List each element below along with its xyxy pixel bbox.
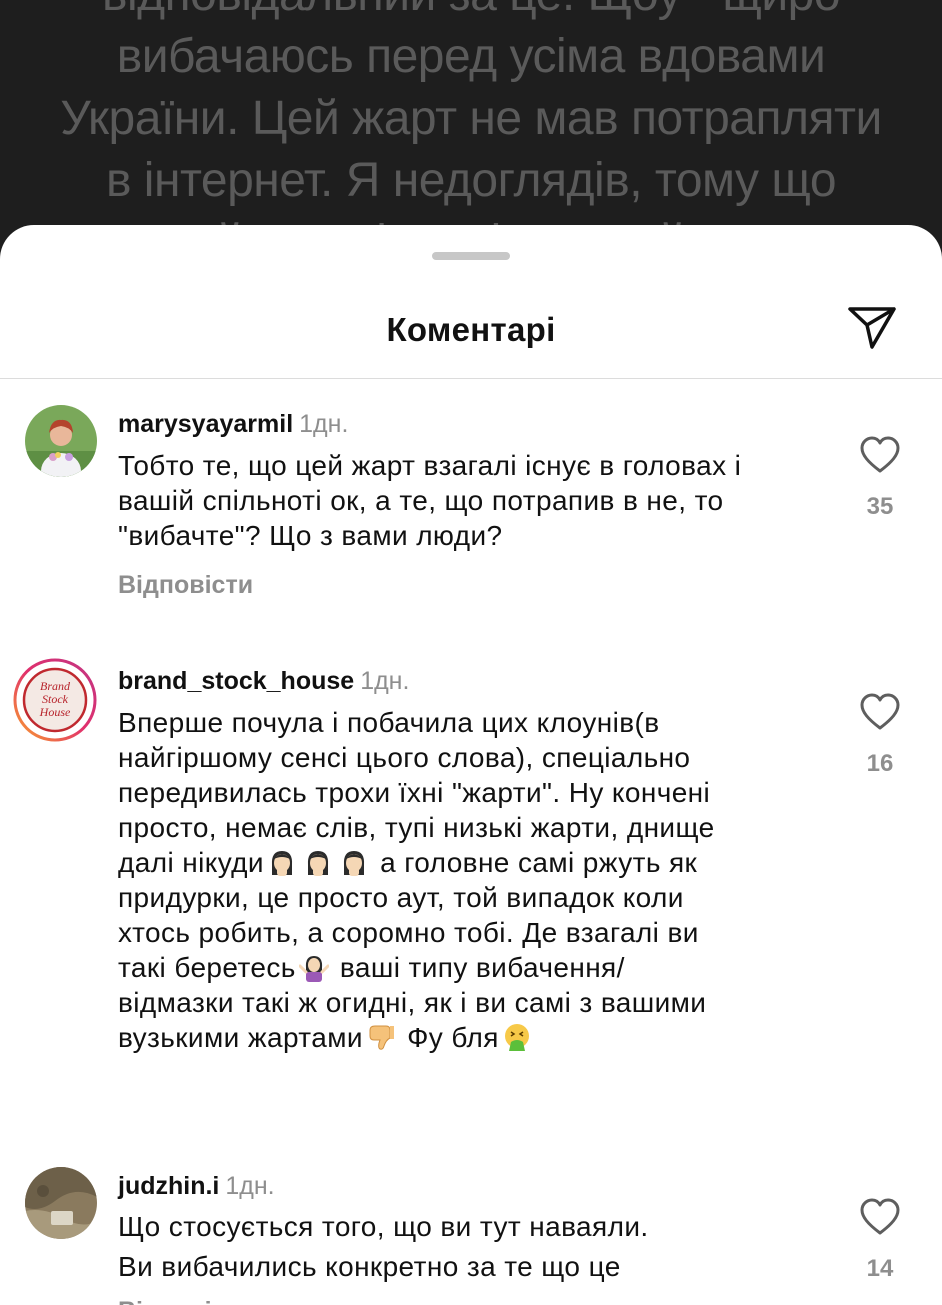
like-count: 16 xyxy=(866,750,894,777)
story-line: України. Цей жарт не мав потрапляти xyxy=(60,92,882,145)
comment-item: judzhin.i 1дн. Що стосується того, що ви … xyxy=(0,1167,942,1305)
woman-facepalm-emoji-icon xyxy=(267,847,297,877)
comment-text: Тобто те, що цей жарт взагалі існує в го… xyxy=(118,448,818,553)
comment-text: Вперше почула і побачила цих клоунів(в н… xyxy=(118,705,818,1055)
reply-button[interactable]: Відповісти xyxy=(118,571,253,600)
comment-line: відмазки такі ж огидні, як і ви самі з в… xyxy=(118,987,707,1018)
comment-line: Тобто те, що цей жарт взагалі існує в го… xyxy=(118,450,742,481)
comment-line: Ви вибачились конкретно за те що це xyxy=(118,1251,621,1282)
avatar[interactable] xyxy=(25,1167,97,1239)
comment-fragment: а головне самі ржуть як xyxy=(380,847,698,878)
comment-line: придурки, це просто аут, той випадок кол… xyxy=(118,882,684,913)
story-background: відповідальний за це. Щоу - щиро вибачаю… xyxy=(0,0,942,260)
username[interactable]: marysyayarmil xyxy=(118,410,293,438)
timestamp: 1дн. xyxy=(299,410,349,438)
comment-line: Що стосується того, що ви тут наваяли. xyxy=(118,1211,649,1242)
avatar[interactable]: Brand Stock House xyxy=(13,658,97,742)
comment-header: judzhin.i 1дн. xyxy=(118,1171,275,1201)
comment-line: такі беретесь ваші типу вибачення/ xyxy=(118,950,818,985)
timestamp: 1дн. xyxy=(225,1172,275,1200)
story-line: відповідальний за це. Щоу - щиро xyxy=(0,0,942,26)
comment-line: далі нікуди а головне самі ржуть як xyxy=(118,845,818,880)
send-icon[interactable] xyxy=(844,303,900,353)
sheet-title: Коментарі xyxy=(386,311,556,348)
comment-fragment: далі нікуди xyxy=(118,847,264,878)
comment-fragment: такі беретесь xyxy=(118,952,296,983)
sheet-grabber[interactable] xyxy=(432,252,510,260)
header-divider xyxy=(0,378,942,379)
woman-shrugging-emoji-icon xyxy=(298,952,330,982)
thumbs-down-emoji-icon xyxy=(366,1022,396,1052)
comment-header: marysyayarmil 1дн. xyxy=(118,409,348,439)
comments-sheet: Коментарі marysyayarmil 1дн. Тобто те, що… xyxy=(0,225,942,1305)
comment-line: просто, немає слів, тупі низькі жарти, д… xyxy=(118,812,715,843)
story-line: вибачаюсь перед усіма вдовами xyxy=(116,30,826,83)
heart-icon[interactable] xyxy=(858,1197,902,1237)
comment-line: "вибачте"? Що з вами люди? xyxy=(118,520,503,551)
comment-line: найгіршому сенсі цього слова), спеціальн… xyxy=(118,742,691,773)
comment-text: Що стосується того, що ви тут наваяли. В… xyxy=(118,1207,818,1287)
like-count: 14 xyxy=(866,1255,894,1282)
username[interactable]: brand_stock_house xyxy=(118,667,354,695)
story-caption: відповідальний за це. Щоу - щиро вибачаю… xyxy=(0,0,942,260)
heart-icon[interactable] xyxy=(858,692,902,732)
comment-fragment: вузькими жартами xyxy=(118,1022,363,1053)
like-count: 35 xyxy=(866,493,894,520)
woman-facepalm-emoji-icon xyxy=(303,847,333,877)
woman-facepalm-emoji-icon xyxy=(339,847,369,877)
comment-item: marysyayarmil 1дн. Тобто те, що цей жарт … xyxy=(0,405,942,605)
avatar[interactable] xyxy=(25,405,97,477)
comment-line: вашій спільноті ок, а те, що потрапив в … xyxy=(118,485,724,516)
comment-fragment: ваші типу вибачення/ xyxy=(339,952,625,983)
avatar-logo-text: House xyxy=(39,705,71,719)
comment-header: brand_stock_house 1дн. xyxy=(118,666,409,696)
heart-icon[interactable] xyxy=(858,435,902,475)
avatar-logo-text: Brand xyxy=(40,679,71,693)
comment-line: Вперше почула і побачила цих клоунів(в xyxy=(118,707,660,738)
story-line: в інтернет. Я недоглядів, тому що xyxy=(105,154,837,207)
comment-line: передивилась трохи їхні "жарти". Ну конч… xyxy=(118,777,711,808)
username[interactable]: judzhin.i xyxy=(118,1172,219,1200)
comment-item: Brand Stock House brand_stock_house 1дн. … xyxy=(0,658,942,1305)
avatar-logo-text: Stock xyxy=(42,692,69,706)
comment-fragment: Фу бля xyxy=(407,1022,499,1053)
timestamp: 1дн. xyxy=(360,667,410,695)
comment-line: хтось робить, а соромно тобі. Де взагалі… xyxy=(118,917,699,948)
comment-line: вузькими жартами Фу бля xyxy=(118,1020,818,1055)
vomiting-face-emoji-icon xyxy=(502,1022,532,1052)
